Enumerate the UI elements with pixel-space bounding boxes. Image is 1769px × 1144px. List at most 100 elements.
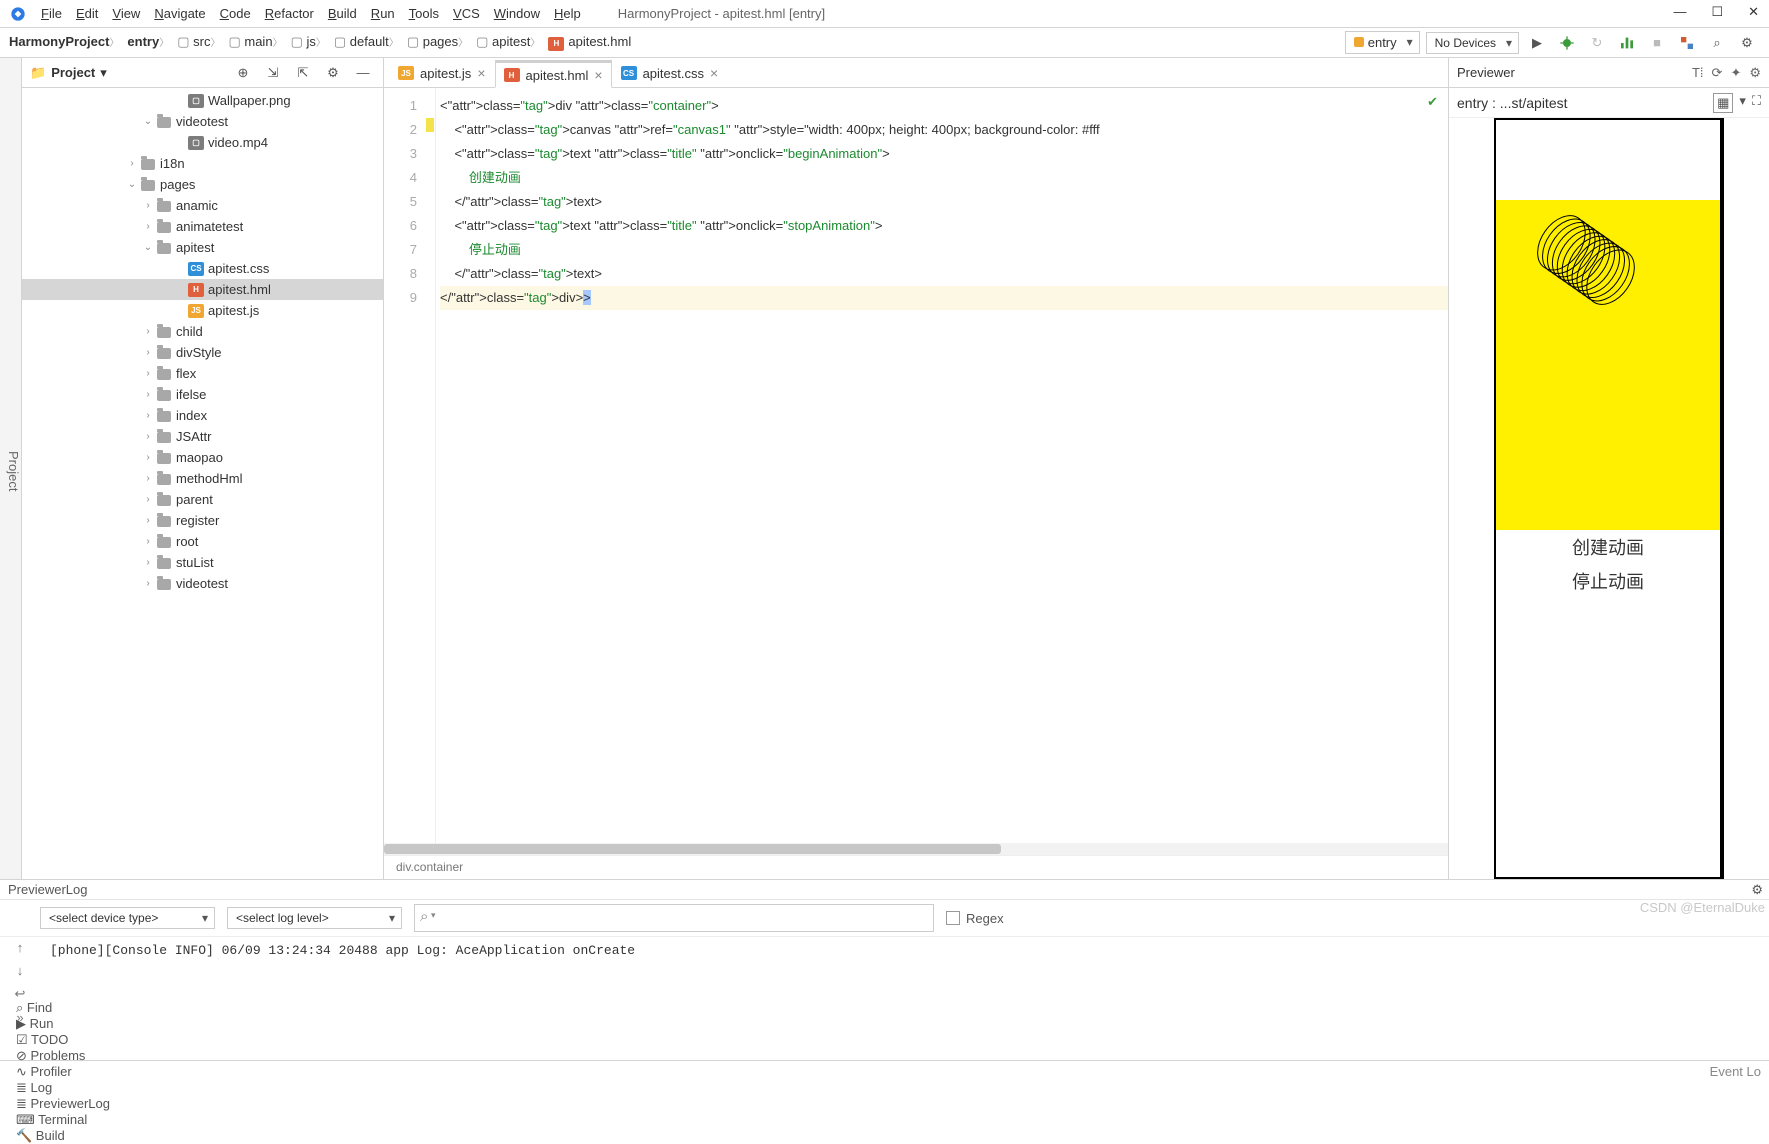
tree-item[interactable]: ⌄pages	[22, 174, 383, 195]
layout-dropdown-icon[interactable]: ▾	[1739, 93, 1746, 113]
log-search-input[interactable]	[414, 904, 934, 932]
run-config-selector[interactable]: entry	[1345, 31, 1420, 54]
status-build-button[interactable]: 🔨 Build	[8, 1128, 118, 1144]
text-mode-icon[interactable]: T⁞	[1692, 65, 1704, 81]
tree-item[interactable]: ›divStyle	[22, 342, 383, 363]
tree-item[interactable]: JSapitest.js	[22, 300, 383, 321]
profile-icon[interactable]	[1615, 31, 1639, 55]
project-view-selector[interactable]: 📁 Project ▾	[30, 65, 107, 81]
breadcrumb-item[interactable]: ▢ apitest	[472, 32, 544, 51]
tree-item[interactable]: ›flex	[22, 363, 383, 384]
debug-icon[interactable]	[1555, 31, 1579, 55]
menu-edit[interactable]: Edit	[69, 3, 105, 24]
hide-tool-icon[interactable]: —	[351, 61, 375, 85]
previewer-settings-icon[interactable]: ⚙	[1749, 65, 1761, 81]
close-tab-icon[interactable]: ×	[477, 65, 485, 81]
breadcrumb-item[interactable]: ▢ pages	[403, 32, 472, 51]
tree-item[interactable]: ›stuList	[22, 552, 383, 573]
stop-icon[interactable]: ■	[1645, 31, 1669, 55]
menu-window[interactable]: Window	[487, 3, 547, 24]
status-terminal-button[interactable]: ⌨ Terminal	[8, 1112, 118, 1128]
tree-item[interactable]: ›anamic	[22, 195, 383, 216]
fullscreen-preview-icon[interactable]: ⛶	[1752, 93, 1761, 113]
tree-item[interactable]: ▢Wallpaper.png	[22, 90, 383, 111]
menu-help[interactable]: Help	[547, 3, 588, 24]
preview-text-stop[interactable]: 停止动画	[1496, 564, 1720, 598]
breadcrumb-item[interactable]: Hapitest.hml	[544, 32, 635, 51]
maximize-icon[interactable]: ☐	[1711, 4, 1723, 20]
more-icon[interactable]: »	[16, 1010, 23, 1025]
menu-build[interactable]: Build	[321, 3, 364, 24]
menu-refactor[interactable]: Refactor	[258, 3, 321, 24]
breadcrumb-item[interactable]: ▢ default	[330, 32, 403, 51]
tree-item[interactable]: ›videotest	[22, 573, 383, 594]
tool-settings-icon[interactable]: ⚙	[321, 61, 345, 85]
editor-tab[interactable]: Hapitest.hml×	[495, 60, 612, 88]
soft-wrap-icon[interactable]: ↩	[15, 986, 26, 1002]
tree-item[interactable]: ›child	[22, 321, 383, 342]
code-editor[interactable]: 123456789 <"attr">class="tag">div "attr"…	[384, 88, 1448, 843]
project-tree[interactable]: ▢Wallpaper.png⌄videotest▢video.mp4›i18n⌄…	[22, 88, 383, 879]
rocket-icon[interactable]: ✦	[1730, 65, 1741, 81]
tree-item[interactable]: ›JSAttr	[22, 426, 383, 447]
close-window-icon[interactable]: ✕	[1748, 4, 1759, 20]
menu-file[interactable]: File	[34, 3, 69, 24]
tree-item[interactable]: ›methodHml	[22, 468, 383, 489]
menu-vcs[interactable]: VCS	[446, 3, 487, 24]
problems-indicator-icon[interactable]: ✔	[1427, 94, 1438, 110]
minimize-icon[interactable]: —	[1673, 4, 1686, 20]
editor-tab[interactable]: CSapitest.css×	[612, 59, 728, 87]
search-everywhere-icon[interactable]: ⌕	[1705, 31, 1729, 55]
tree-item[interactable]: ›i18n	[22, 153, 383, 174]
tree-item[interactable]: ›parent	[22, 489, 383, 510]
expand-all-icon[interactable]: ⇲	[261, 61, 285, 85]
close-tab-icon[interactable]: ×	[594, 67, 602, 83]
breadcrumb-item[interactable]: entry	[123, 32, 173, 51]
tree-item[interactable]: ›ifelse	[22, 384, 383, 405]
editor-scrollbar[interactable]	[384, 843, 1448, 855]
menu-run[interactable]: Run	[364, 3, 402, 24]
close-tab-icon[interactable]: ×	[710, 65, 718, 81]
menu-code[interactable]: Code	[213, 3, 258, 24]
device-selector[interactable]: No Devices	[1426, 32, 1519, 54]
scroll-down-icon[interactable]: ↓	[17, 963, 24, 978]
tree-item[interactable]: ›index	[22, 405, 383, 426]
tree-item[interactable]: ▢video.mp4	[22, 132, 383, 153]
editor-breadcrumb[interactable]: div.container	[384, 855, 1448, 879]
status-previewerlog-button[interactable]: ≣ PreviewerLog	[8, 1096, 118, 1112]
breadcrumb-item[interactable]: HarmonyProject	[5, 32, 123, 51]
status-log-button[interactable]: ≣ Log	[8, 1080, 118, 1096]
refresh-preview-icon[interactable]: ⟳	[1712, 65, 1723, 81]
locate-icon[interactable]: ⊕	[231, 61, 255, 85]
tree-item[interactable]: ⌄videotest	[22, 111, 383, 132]
breadcrumb-item[interactable]: ▢ src	[173, 32, 224, 51]
breadcrumb-item[interactable]: ▢ js	[287, 32, 330, 51]
editor-tab[interactable]: JSapitest.js×	[389, 59, 495, 87]
menu-view[interactable]: View	[105, 3, 147, 24]
scroll-up-icon[interactable]: ↑	[17, 940, 24, 955]
run-icon[interactable]: ▶	[1525, 31, 1549, 55]
project-tool-tab[interactable]: Project	[6, 451, 21, 491]
layout-grid-icon[interactable]: ▦	[1713, 93, 1733, 113]
tree-item[interactable]: ›root	[22, 531, 383, 552]
breadcrumb-item[interactable]: ▢ main	[224, 32, 286, 51]
menu-navigate[interactable]: Navigate	[147, 3, 212, 24]
tree-item[interactable]: ›maopao	[22, 447, 383, 468]
log-settings-icon[interactable]: ⚙	[1751, 882, 1763, 898]
event-log-button[interactable]: Event Lo	[1710, 1064, 1761, 1079]
tree-item[interactable]: CSapitest.css	[22, 258, 383, 279]
tree-item[interactable]: ›register	[22, 510, 383, 531]
sync-icon[interactable]	[1675, 31, 1699, 55]
tree-item[interactable]: ⌄apitest	[22, 237, 383, 258]
regex-checkbox[interactable]: Regex	[946, 911, 1004, 926]
device-type-filter[interactable]: <select device type>	[40, 907, 215, 929]
status-profiler-button[interactable]: ∿ Profiler	[8, 1064, 118, 1080]
settings-icon[interactable]: ⚙	[1735, 31, 1759, 55]
collapse-all-icon[interactable]: ⇱	[291, 61, 315, 85]
tree-item[interactable]: ›animatetest	[22, 216, 383, 237]
coverage-icon[interactable]: ↻	[1585, 31, 1609, 55]
preview-text-begin[interactable]: 创建动画	[1496, 530, 1720, 564]
tree-item[interactable]: Hapitest.hml	[22, 279, 383, 300]
log-level-filter[interactable]: <select log level>	[227, 907, 402, 929]
log-output[interactable]: [phone][Console INFO] 06/09 13:24:34 204…	[0, 936, 1769, 1060]
